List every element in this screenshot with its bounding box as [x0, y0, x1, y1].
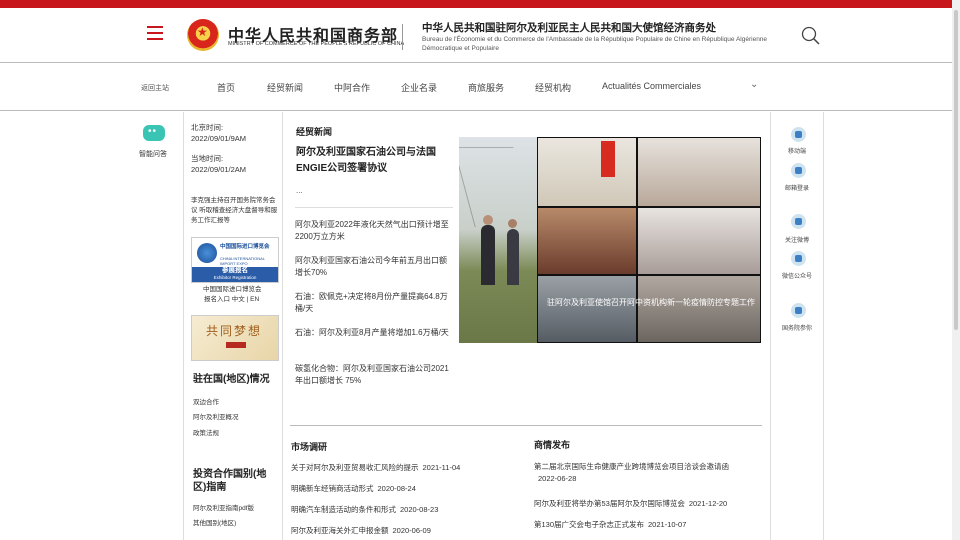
nav-item-cooperation[interactable]: 中阿合作: [334, 81, 370, 94]
expo-register-cn: 参展报名: [222, 267, 248, 274]
wechat-label[interactable]: 微信公众号: [770, 271, 824, 280]
country-info-title: 驻在国(地区)情况: [193, 374, 270, 385]
beijing-time: 2022/09/01/9AM: [191, 134, 247, 143]
carousel-photo-outdoor: [459, 137, 537, 343]
nav-item-business-travel[interactable]: 商旅服务: [468, 81, 504, 94]
search-icon[interactable]: [801, 26, 821, 46]
market-item[interactable]: 明确汽车制造活动的条件和形式 2020-08-23: [291, 504, 438, 516]
globe-icon: [197, 243, 217, 263]
expo-entry-links[interactable]: 报名入口 中文 | EN: [204, 295, 259, 305]
headline-link[interactable]: 阿尔及利亚国家石油公司与法国ENGIE公司签署协议: [296, 145, 446, 177]
expo-register-bar: 参展报名 Exhibitor Registration: [192, 267, 278, 282]
site-title-fr: Bureau de l'Économie et du Commerce de l…: [422, 36, 768, 52]
carousel-dots[interactable]: [723, 334, 747, 343]
business-item[interactable]: 第二届北京国际生命健康产业跨境博览会项目洽谈会邀请函2022-06-28: [534, 461, 744, 485]
business-info-title[interactable]: 商情发布: [534, 438, 570, 451]
mail-label[interactable]: 邮箱登录: [770, 183, 824, 192]
nav-item-trade-institutions[interactable]: 经贸机构: [535, 81, 571, 94]
trade-news-title[interactable]: 经贸新闻: [296, 125, 332, 138]
expo-banner[interactable]: 中国国际进口博览会 CHINA INTERNATIONAL IMPORT EXP…: [191, 237, 279, 283]
mobile-icon[interactable]: [791, 127, 806, 142]
news-item[interactable]: 石油：欧佩克+决定将8月份产量提高64.8万桶/天: [295, 291, 453, 315]
carousel-photo-video-conference: [537, 137, 761, 343]
nav-item-actualites[interactable]: Actualités Commerciales: [602, 81, 701, 91]
mail-icon[interactable]: [791, 163, 806, 178]
market-item[interactable]: 阿尔及利亚海关外汇申报金额 2020-06-09: [291, 525, 431, 537]
logo-en: MINISTRY OF COMMERCE OF THE PEOPLE'S REP…: [228, 41, 405, 47]
market-item[interactable]: 关于对阿尔及利亚贸易收汇风险的提示 2021-11-04: [291, 462, 460, 474]
carousel-caption[interactable]: 驻阿尔及利亚使馆召开阿中资机构新一轮疫情防控专题工作: [547, 297, 755, 308]
national-emblem-icon: [187, 19, 219, 51]
news-divider: [295, 207, 453, 208]
header: 中华人民共和国商务部 MINISTRY OF COMMERCE OF THE P…: [0, 8, 960, 63]
investment-guide-title: 投资合作国别(地区)指南: [193, 469, 267, 493]
news-item[interactable]: 石油：阿尔及利亚8月产量将增加1.6万桶/天: [295, 327, 453, 339]
back-to-main-link[interactable]: 返回主站: [141, 83, 169, 93]
news-item[interactable]: 碳氢化合物：阿尔及利亚国家石油公司2021年出口额增长 75%: [295, 363, 453, 387]
weibo-icon[interactable]: [791, 214, 806, 229]
state-council-label[interactable]: 国务院参你: [770, 323, 824, 332]
news-item[interactable]: 阿尔及利亚国家石油公司今年前五月出口额增长70%: [295, 255, 453, 279]
nav-item-home[interactable]: 首页: [217, 81, 235, 94]
market-research-title[interactable]: 市场调研: [291, 440, 327, 453]
nav-item-trade-news[interactable]: 经贸新闻: [267, 81, 303, 94]
site-title-cn: 中华人民共和国驻阿尔及利亚民主人民共和国大使馆经济商务处: [422, 22, 716, 34]
business-item[interactable]: 阿尔及利亚将举办第53届阿尔及尔国际博览会 2021-12-20: [534, 498, 727, 510]
expo-caption: 中国国际进口博览会: [203, 286, 262, 293]
section-divider: [290, 425, 762, 426]
headline-ellipsis: ...: [296, 186, 303, 195]
chevron-down-icon[interactable]: ⌄: [750, 79, 758, 90]
expo-title-en: CHINA INTERNATIONAL IMPORT EXPO: [220, 256, 265, 266]
expo-title-cn: 中国国际进口博览会: [220, 244, 270, 250]
expo-register-en: Exhibitor Registration: [213, 275, 257, 280]
guide-pdf-link[interactable]: 阿尔及利亚指南pdf版: [193, 504, 254, 514]
news-item[interactable]: 阿尔及利亚2022年液化天然气出口预计增至2200万立方米: [295, 219, 453, 243]
dream-banner-text: 共同梦想: [206, 324, 263, 338]
header-divider: [402, 24, 403, 50]
business-item[interactable]: 第130届广交会电子杂志正式发布 2021-10-07: [534, 519, 686, 531]
seal-icon: [226, 342, 246, 348]
state-council-icon[interactable]: [791, 303, 806, 318]
notice-link[interactable]: 李克强主持召开国务院常务会议 听取稽查经济大盘督导和服务工作汇报等: [191, 196, 279, 226]
country-overview-link[interactable]: 阿尔及利亚概况: [193, 413, 239, 423]
mobile-label[interactable]: 移动端: [770, 146, 824, 155]
bilateral-link[interactable]: 双边合作: [193, 398, 219, 408]
chat-icon[interactable]: [143, 125, 165, 141]
main-nav: 返回主站 首页 经贸新闻 中阿合作 企业名录 商旅服务 经贸机构 Actuali…: [0, 63, 960, 111]
dream-banner[interactable]: 共同梦想: [191, 315, 279, 361]
chat-label[interactable]: 智能问答: [139, 149, 167, 159]
beijing-time-label: 北京时间:: [191, 123, 224, 132]
top-red-bar: [0, 0, 960, 8]
market-item[interactable]: 明确新车经销商活动形式 2020-08-24: [291, 483, 416, 495]
wechat-icon[interactable]: [791, 251, 806, 266]
policy-link[interactable]: 政策法规: [193, 429, 219, 439]
local-time-label: 当地时间:: [191, 154, 224, 163]
menu-icon[interactable]: [147, 26, 163, 40]
news-photo-carousel[interactable]: 驻阿尔及利亚使馆召开阿中资机构新一轮疫情防控专题工作: [459, 137, 761, 343]
weibo-label[interactable]: 关注微博: [770, 235, 824, 244]
nav-item-directory[interactable]: 企业名录: [401, 81, 437, 94]
other-countries-link[interactable]: 其他国别(地区): [193, 519, 236, 529]
local-time: 2022/09/01/2AM: [191, 165, 247, 174]
scrollbar-thumb[interactable]: [954, 10, 958, 330]
